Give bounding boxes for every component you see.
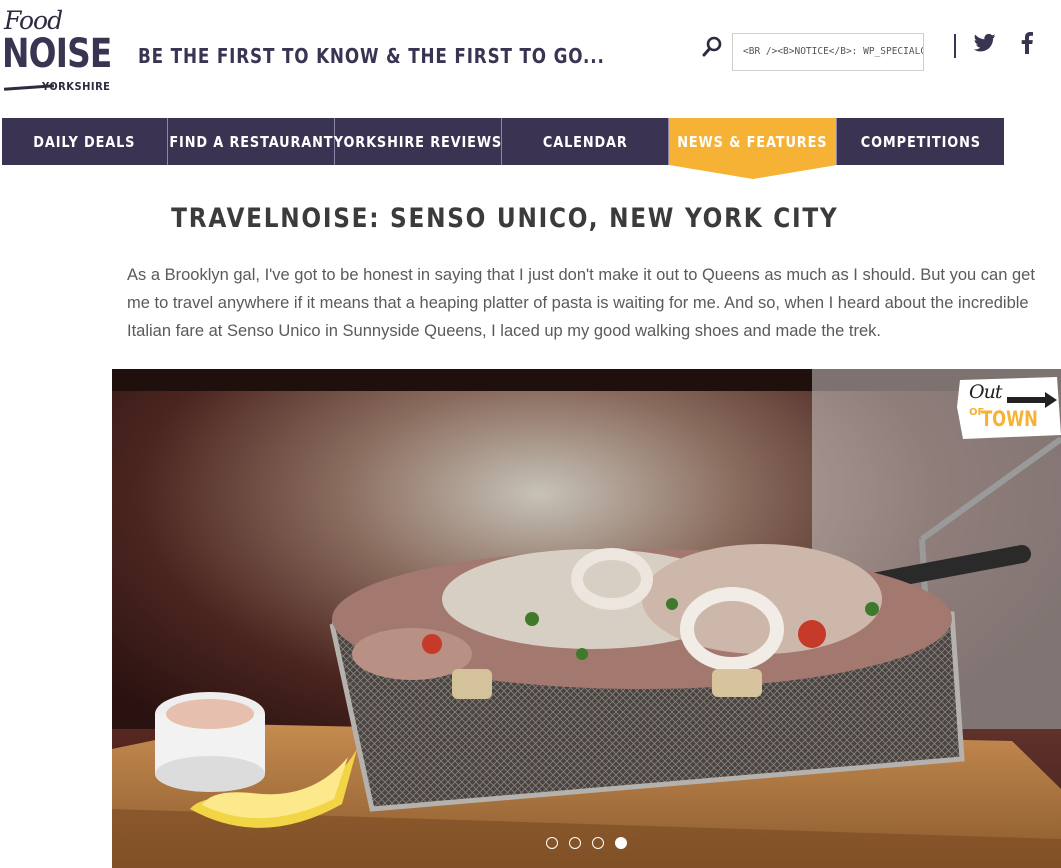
search-input[interactable]: <BR /><B>NOTICE</B>: WP_SPECIALC bbox=[732, 33, 924, 71]
nav-item-label: COMPETITIONS bbox=[860, 132, 981, 151]
logo-noise-text: NOISE bbox=[2, 31, 112, 77]
nav-item-news-features[interactable]: NEWS & FEATURES bbox=[669, 118, 837, 179]
nav-item-label: NEWS & FEATURES bbox=[677, 132, 828, 151]
article-intro: As a Brooklyn gal, I've got to be honest… bbox=[127, 266, 1035, 340]
badge-out-text: Out bbox=[969, 381, 1002, 403]
slider-pagination bbox=[546, 837, 627, 849]
twitter-icon[interactable] bbox=[973, 33, 996, 53]
nav-item-label: CALENDAR bbox=[542, 132, 628, 151]
slider-dot-1[interactable] bbox=[546, 837, 558, 849]
badge-town-text: TOWN bbox=[981, 407, 1038, 431]
food-photo bbox=[112, 369, 1061, 868]
nav-item-calendar[interactable]: CALENDAR bbox=[502, 118, 669, 165]
nav-item-competitions[interactable]: COMPETITIONS bbox=[837, 118, 1004, 165]
slider-dot-2[interactable] bbox=[569, 837, 581, 849]
logo-region-text: YORKSHIRE bbox=[42, 80, 111, 93]
search-icon[interactable] bbox=[702, 36, 722, 58]
nav-item-yorkshire-reviews[interactable]: YORKSHIRE REVIEWS bbox=[333, 118, 503, 165]
main-nav: DAILY DEALS FIND A RESTAURANT YORKSHIRE … bbox=[2, 118, 1004, 179]
nav-item-daily-deals[interactable]: DAILY DEALS bbox=[2, 118, 168, 165]
nav-item-label: DAILY DEALS bbox=[33, 132, 136, 151]
facebook-icon[interactable] bbox=[1020, 32, 1034, 54]
article-title: TRAVELNOISE: SENSO UNICO, NEW YORK CITY bbox=[171, 203, 839, 234]
slider-dot-4[interactable] bbox=[615, 837, 627, 849]
site-tagline: BE THE FIRST TO KNOW & THE FIRST TO GO..… bbox=[138, 44, 605, 68]
nav-item-find-a-restaurant[interactable]: FIND A RESTAURANT bbox=[168, 118, 335, 165]
slider-dot-3[interactable] bbox=[592, 837, 604, 849]
hero-slider[interactable]: Out OF TOWN bbox=[112, 369, 1061, 868]
header-divider bbox=[954, 34, 956, 58]
badge-of-text: OF bbox=[969, 407, 985, 418]
nav-item-label: FIND A RESTAURANT bbox=[168, 132, 334, 151]
out-of-town-badge: Out OF TOWN bbox=[957, 377, 1061, 439]
site-logo[interactable]: Food NOISE YORKSHIRE bbox=[2, 6, 114, 98]
nav-item-label: YORKSHIRE REVIEWS bbox=[333, 132, 503, 151]
